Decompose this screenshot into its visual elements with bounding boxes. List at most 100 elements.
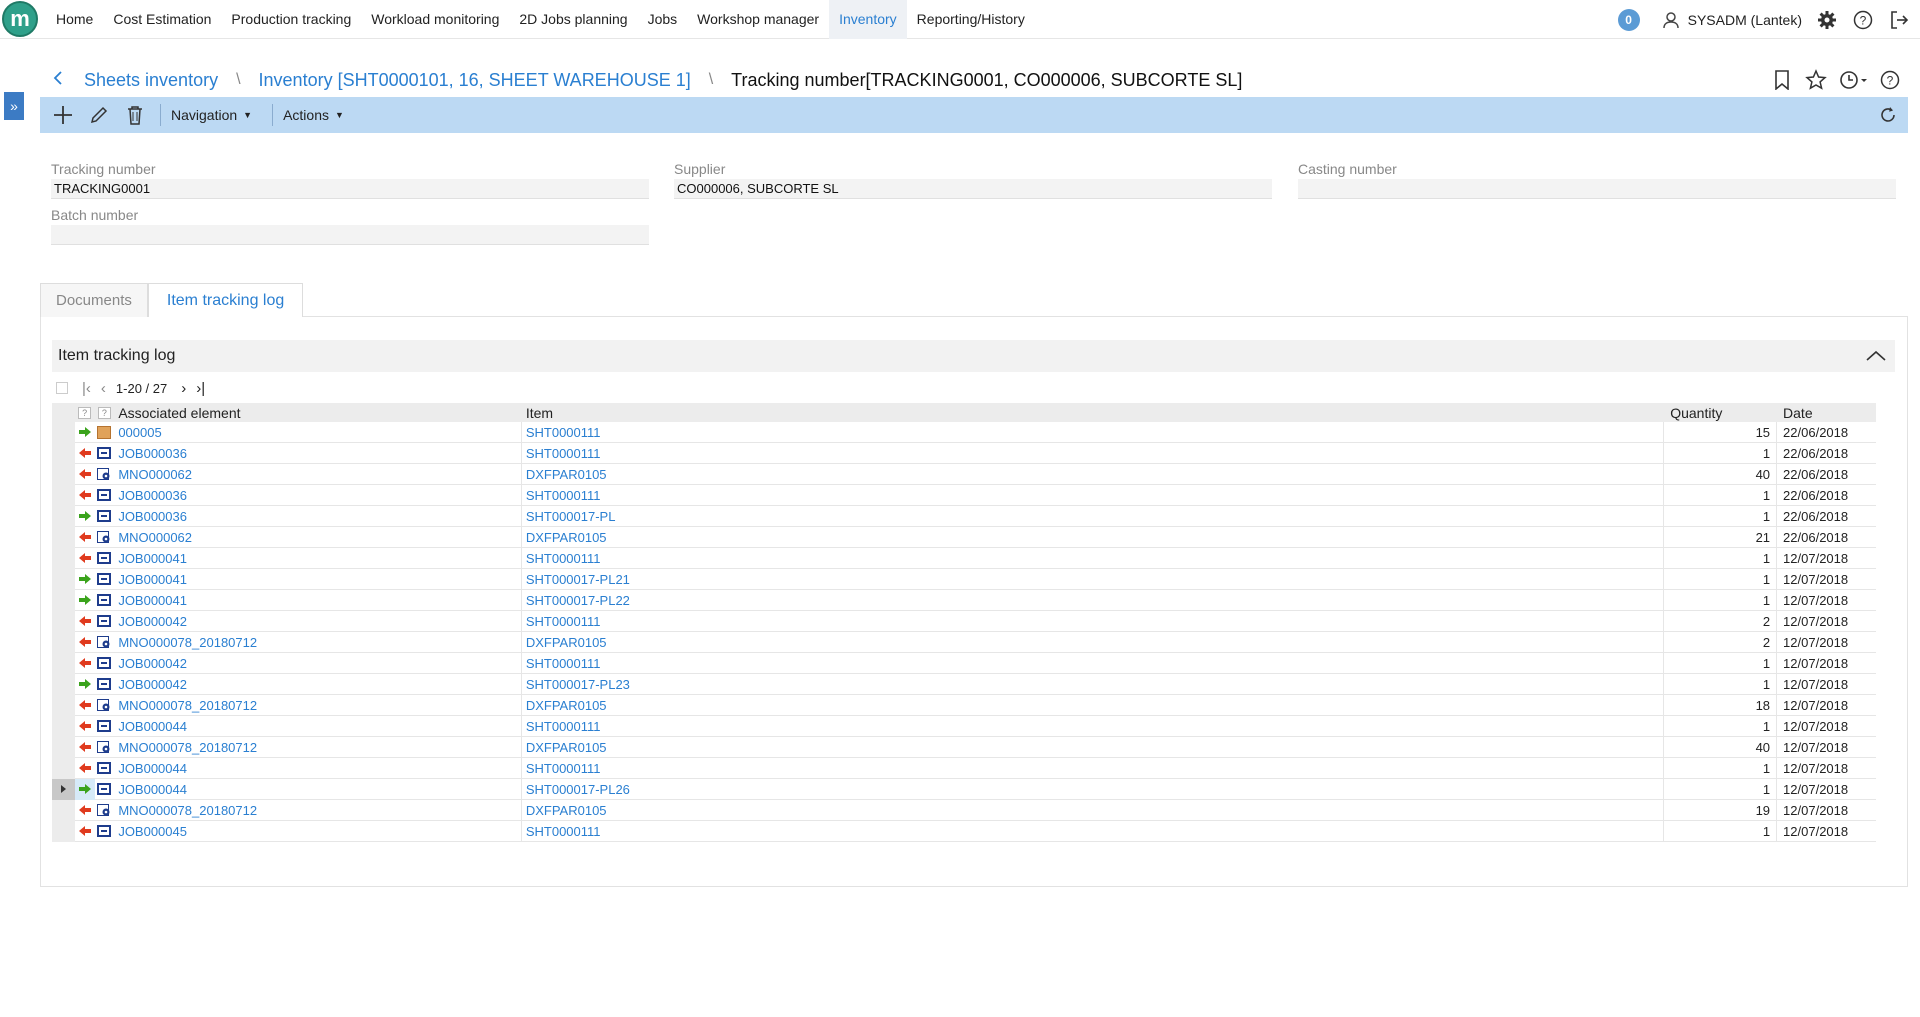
page-help-icon[interactable]: ? [1878,68,1902,92]
nav-item-home[interactable]: Home [46,0,103,39]
table-row[interactable]: JOB000044 SHT000017-PL26 1 12/07/2018 [52,778,1876,800]
item-link[interactable]: SHT000017-PL21 [522,568,1665,590]
nav-item-cost-estimation[interactable]: Cost Estimation [103,0,221,39]
item-link[interactable]: SHT000017-PL [522,505,1665,527]
column-item[interactable]: Item [522,405,1664,421]
associated-element-link[interactable]: MNO000062 [114,463,522,485]
associated-element-link[interactable]: JOB000036 [114,442,522,464]
nav-item-inventory[interactable]: Inventory [829,0,907,39]
select-all-checkbox[interactable] [56,382,68,394]
associated-element-link[interactable]: JOB000045 [114,820,522,842]
tab-documents[interactable]: Documents [40,283,148,317]
associated-element-link[interactable]: MNO000078_20180712 [114,736,522,758]
item-link[interactable]: DXFPAR0105 [522,736,1665,758]
item-link[interactable]: DXFPAR0105 [522,631,1665,653]
nav-item-reporting-history[interactable]: Reporting/History [907,0,1035,39]
first-page-icon[interactable]: |‹ [82,380,91,397]
associated-element-link[interactable]: JOB000042 [114,673,522,695]
row-selector[interactable] [52,673,75,695]
row-selector[interactable] [52,589,75,611]
row-selector[interactable] [52,652,75,674]
table-row[interactable]: JOB000036 SHT0000111 1 22/06/2018 [52,442,1876,464]
row-selector[interactable] [52,526,75,548]
column-quantity[interactable]: Quantity [1664,405,1777,421]
actions-menu[interactable]: Actions ▼ [283,107,344,123]
item-link[interactable]: SHT0000111 [522,484,1665,506]
row-selector[interactable] [52,421,75,443]
notifications-badge[interactable]: 0 [1617,8,1640,31]
help-icon[interactable]: ? [1852,9,1874,31]
associated-element-link[interactable]: JOB000044 [114,778,522,800]
nav-item-production-tracking[interactable]: Production tracking [221,0,361,39]
direction-column-header[interactable]: ? [75,406,95,419]
expand-sidebar-icon[interactable]: » [4,92,24,120]
row-selector[interactable] [52,694,75,716]
table-row[interactable]: MNO000062 DXFPAR0105 40 22/06/2018 [52,463,1876,485]
row-selector[interactable] [52,799,75,821]
table-row[interactable]: 000005 SHT0000111 15 22/06/2018 [52,421,1876,443]
casting-number-value[interactable] [1298,179,1896,199]
item-link[interactable]: DXFPAR0105 [522,799,1665,821]
table-row[interactable]: JOB000045 SHT0000111 1 12/07/2018 [52,820,1876,842]
associated-element-link[interactable]: JOB000036 [114,484,522,506]
row-selector[interactable] [52,484,75,506]
previous-page-icon[interactable]: ‹ [101,380,106,397]
next-page-icon[interactable]: › [181,380,186,397]
item-link[interactable]: SHT0000111 [522,652,1665,674]
table-row[interactable]: MNO000062 DXFPAR0105 21 22/06/2018 [52,526,1876,548]
item-link[interactable]: SHT0000111 [522,547,1665,569]
item-link[interactable]: SHT000017-PL23 [522,673,1665,695]
breadcrumb-sheets-inventory[interactable]: Sheets inventory [84,70,218,91]
supplier-value[interactable]: CO000006, SUBCORTE SL [674,179,1272,199]
row-selector[interactable] [52,547,75,569]
table-row[interactable]: MNO000078_20180712 DXFPAR0105 19 12/07/2018 [52,799,1876,821]
associated-element-link[interactable]: MNO000078_20180712 [114,799,522,821]
row-selector[interactable] [52,505,75,527]
user-name[interactable]: SYSADM (Lantek) [1688,12,1802,28]
nav-item-workshop-manager[interactable]: Workshop manager [687,0,829,39]
item-link[interactable]: SHT0000111 [522,442,1665,464]
item-link[interactable]: SHT0000111 [522,757,1665,779]
batch-number-value[interactable] [51,225,649,245]
table-row[interactable]: JOB000042 SHT000017-PL23 1 12/07/2018 [52,673,1876,695]
associated-element-link[interactable]: JOB000042 [114,610,522,632]
associated-element-link[interactable]: MNO000078_20180712 [114,631,522,653]
item-link[interactable]: DXFPAR0105 [522,463,1665,485]
item-link[interactable]: SHT0000111 [522,610,1665,632]
table-row[interactable]: JOB000044 SHT0000111 1 12/07/2018 [52,757,1876,779]
associated-element-link[interactable]: JOB000041 [114,547,522,569]
row-selector[interactable] [52,442,75,464]
app-logo[interactable]: m [2,1,38,37]
row-selector[interactable] [52,736,75,758]
edit-pencil-icon[interactable] [84,100,114,130]
table-row[interactable]: JOB000036 SHT000017-PL 1 22/06/2018 [52,505,1876,527]
associated-element-link[interactable]: JOB000041 [114,589,522,611]
back-chevron-icon[interactable] [52,70,72,91]
tracking-number-value[interactable]: TRACKING0001 [51,179,649,199]
associated-element-link[interactable]: JOB000041 [114,568,522,590]
row-selector[interactable] [52,778,75,800]
item-link[interactable]: SHT000017-PL26 [522,778,1665,800]
item-link[interactable]: DXFPAR0105 [522,694,1665,716]
breadcrumb-inventory[interactable]: Inventory [SHT0000101, 16, SHEET WAREHOU… [259,70,691,91]
associated-element-link[interactable]: 000005 [114,421,522,443]
associated-element-link[interactable]: MNO000062 [114,526,522,548]
associated-element-link[interactable]: MNO000078_20180712 [114,694,522,716]
item-link[interactable]: DXFPAR0105 [522,526,1665,548]
refresh-icon[interactable] [1876,103,1900,127]
table-row[interactable]: MNO000078_20180712 DXFPAR0105 2 12/07/2018 [52,631,1876,653]
item-link[interactable]: SHT0000111 [522,820,1665,842]
row-selector[interactable] [52,568,75,590]
nav-item-workload-monitoring[interactable]: Workload monitoring [361,0,509,39]
bookmark-icon[interactable] [1770,68,1794,92]
settings-gear-icon[interactable] [1816,9,1838,31]
navigation-menu[interactable]: Navigation ▼ [171,107,252,123]
row-selector[interactable] [52,463,75,485]
table-row[interactable]: JOB000044 SHT0000111 1 12/07/2018 [52,715,1876,737]
row-selector[interactable] [52,757,75,779]
table-row[interactable]: JOB000036 SHT0000111 1 22/06/2018 [52,484,1876,506]
associated-element-link[interactable]: JOB000044 [114,715,522,737]
delete-trash-icon[interactable] [120,100,150,130]
column-date[interactable]: Date [1777,405,1876,421]
associated-element-link[interactable]: JOB000044 [114,757,522,779]
